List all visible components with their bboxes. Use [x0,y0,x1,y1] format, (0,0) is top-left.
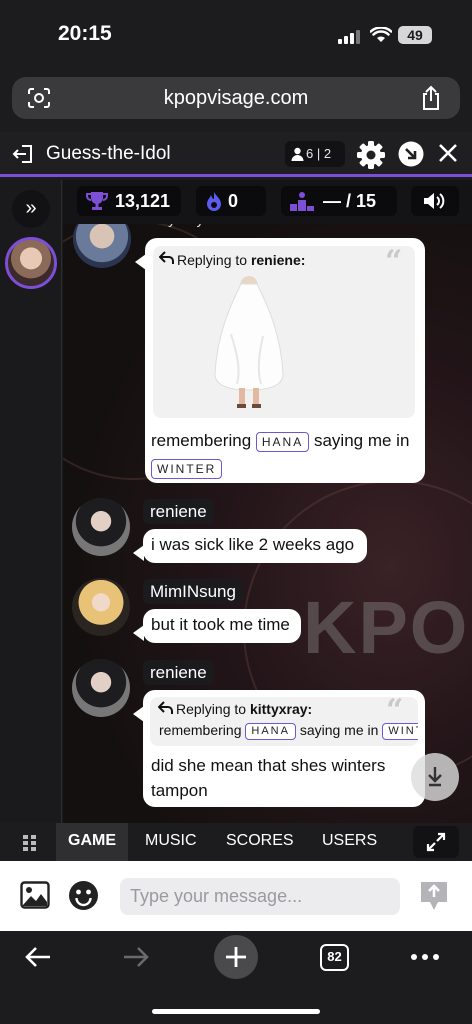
exit-icon[interactable] [12,144,34,164]
user-avatar[interactable] [72,659,130,717]
idol-tag[interactable]: WINT [382,722,418,740]
tab-users[interactable]: USERS [310,823,389,861]
reply-quote[interactable]: Replying to reniene: “ [153,244,415,418]
tab-music[interactable]: MUSIC [133,823,209,861]
chat-area[interactable]: KPOP kittyxray Replying to reniene: “ re… [63,180,472,825]
person-icon [291,147,304,161]
podium-icon [290,192,314,211]
message-text: but it took me time [151,615,290,634]
reply-arrow-icon [159,251,174,264]
more-icon[interactable] [410,953,440,961]
fullscreen-icon [426,832,446,852]
reader-icon[interactable] [26,86,52,110]
plus-icon [226,947,246,967]
chat-message: Replying to kittyxray: “ remembering HAN… [133,690,425,807]
chat-message: Replying to reniene: “ remembering HANA … [135,238,425,483]
status-bar: 20:15 49 [0,0,472,70]
share-icon[interactable] [419,85,443,111]
idol-tag[interactable]: HANA [245,722,296,740]
reply-preview: remembering HANA saying me in WINT [159,722,418,740]
send-icon[interactable] [418,879,450,913]
url-text[interactable]: kpopvisage.com [12,77,460,119]
reply-label: Replying to [177,252,248,268]
scroll-down-icon [428,767,442,787]
message-username: reniene [143,660,214,685]
browser-url-area: kpopvisage.com [0,70,472,132]
stats-bar: 13,121 0 — / 15 [63,180,472,224]
cellular-signal-icon [338,30,360,44]
home-indicator [152,1009,320,1014]
user-avatar[interactable] [72,578,130,636]
flame-icon [207,192,221,211]
chat-message: i was sick like 2 weeks ago [133,529,367,563]
player-avatar[interactable] [5,237,57,289]
reply-quote[interactable]: Replying to kittyxray: “ remembering HAN… [150,697,418,746]
rank-stat: — / 15 [281,186,397,216]
close-icon[interactable] [438,143,458,163]
scroll-down-button[interactable] [411,753,459,801]
volume-icon [424,193,445,209]
volume-button[interactable] [411,186,459,216]
address-bar[interactable]: kpopvisage.com [12,77,460,119]
message-composer [0,861,472,931]
image-icon[interactable] [20,881,50,909]
emoji-icon[interactable] [68,880,99,911]
tab-scores[interactable]: SCORES [214,823,306,861]
tab-game[interactable]: GAME [56,823,128,861]
game-title: Guess-the-Idol [46,143,171,164]
forward-icon[interactable] [122,946,150,968]
player-rail: » [0,180,62,825]
message-text: i was sick like 2 weeks ago [151,535,355,554]
expand-icon[interactable]: » [12,190,50,228]
reply-label: Replying to [176,701,247,717]
back-icon[interactable] [24,946,52,968]
score-stat: 13,121 [77,186,181,216]
players-badge[interactable]: 6 | 2 [285,141,345,167]
quote-icon: “ [385,244,403,279]
message-text: did she mean that shes winters tampon [151,756,386,800]
gear-icon[interactable] [357,141,385,169]
idol-tag[interactable]: HANA [255,431,310,452]
trophy-icon [86,192,108,210]
user-avatar[interactable] [72,498,130,556]
grid-icon[interactable] [22,834,38,852]
wifi-icon [370,27,392,42]
message-username: MimINsung [143,579,243,604]
fullscreen-button[interactable] [413,826,459,858]
tab-count-button[interactable]: 82 [320,944,349,971]
message-image[interactable] [211,274,287,410]
players-count: 6 | 2 [306,146,332,161]
new-tab-button[interactable] [214,935,258,979]
reply-arrow-icon [158,701,173,714]
message-text: remembering HANA saying me in WINTER [151,427,419,481]
chat-message: but it took me time [133,609,301,643]
reply-target: kittyxray: [249,701,313,717]
battery-indicator: 49 [398,26,432,44]
pip-icon[interactable] [398,141,424,167]
clock: 20:15 [58,22,112,45]
browser-toolbar: 82 [0,931,472,1024]
tab-bar: GAME MUSIC SCORES USERS [0,823,472,861]
streak-stat: 0 [196,186,266,216]
watermark: KPOP [303,586,472,669]
message-username: reniene [143,499,214,524]
idol-tag[interactable]: WINTER [151,458,223,479]
reply-target: reniene: [250,252,306,268]
game-header: Guess-the-Idol 6 | 2 [0,132,472,177]
message-input[interactable] [120,878,400,915]
